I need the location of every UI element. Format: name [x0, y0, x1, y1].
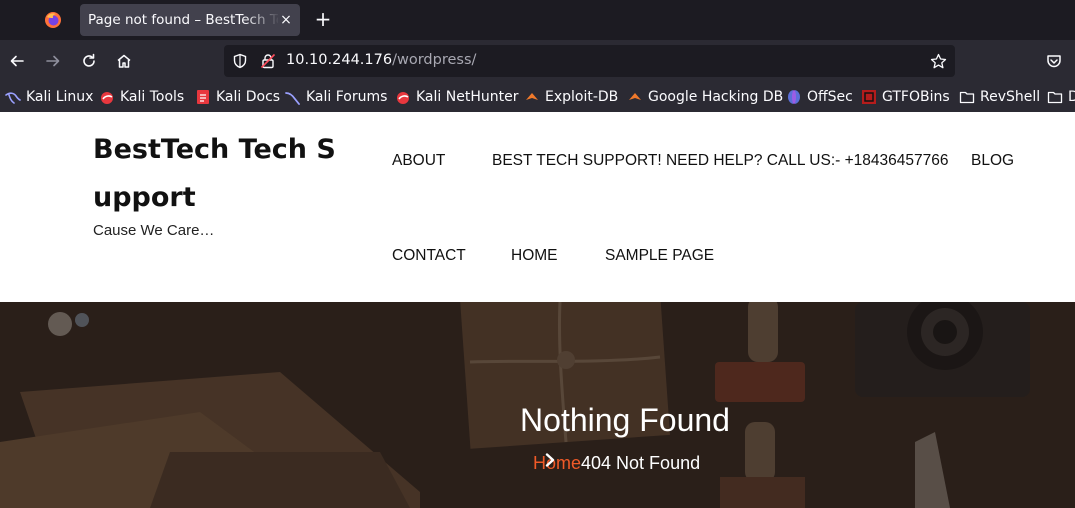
bookmark-folder-revshell[interactable]: RevShell: [959, 87, 1040, 107]
breadcrumb-home-link[interactable]: Home: [533, 453, 581, 474]
menu-item-sample-page[interactable]: SAMPLE PAGE: [605, 247, 714, 265]
menu-item-tech-support[interactable]: BEST TECH SUPPORT! NEED HELP? CALL US:- …: [492, 152, 948, 170]
back-button[interactable]: [4, 48, 30, 74]
folder-icon: [959, 91, 975, 104]
kali-dragon-icon: [5, 92, 21, 104]
menu-item-contact[interactable]: CONTACT: [392, 247, 466, 265]
site-tagline: Cause We Care…: [93, 222, 215, 239]
back-arrow-icon: [10, 55, 24, 67]
home-button[interactable]: [111, 48, 137, 74]
menu-item-home[interactable]: HOME: [511, 247, 558, 265]
reload-icon: [83, 53, 95, 67]
menu-item-about[interactable]: ABOUT: [392, 152, 445, 170]
bookmark-label: Kali Tools: [120, 89, 185, 105]
home-icon: [117, 54, 131, 68]
bookmark-label: RevShell: [980, 89, 1041, 105]
forward-arrow-icon: [46, 55, 60, 67]
kali-docs-icon: [197, 90, 209, 104]
bookmark-label: OffSec: [807, 89, 853, 105]
bookmark-label: Kali Docs: [216, 89, 281, 105]
bookmark-exploit-db[interactable]: Exploit-DB: [524, 87, 618, 107]
url-bar[interactable]: 10.10.244.176/wordpress/: [224, 45, 955, 77]
bookmark-folder-d[interactable]: D: [1047, 87, 1075, 107]
bookmark-kali-nethunter[interactable]: Kali NetHunter: [395, 87, 518, 107]
bookmark-google-hacking-db[interactable]: Google Hacking DB: [627, 87, 783, 107]
bookmark-kali-tools[interactable]: Kali Tools: [99, 87, 184, 107]
tab-title-fade: [244, 8, 280, 32]
tab-strip: Page not found – BestTech Tech Support ×…: [0, 0, 1075, 40]
bookmark-label: Kali NetHunter: [416, 89, 519, 105]
kali-nethunter-icon: [397, 92, 409, 104]
new-tab-button[interactable]: +: [312, 9, 334, 31]
breadcrumb-current: 404 Not Found: [581, 453, 701, 473]
active-tab[interactable]: Page not found – BestTech Tech Support ×: [80, 4, 300, 36]
kali-forums-icon: [285, 92, 300, 105]
navigation-toolbar: 10.10.244.176/wordpress/: [0, 40, 1075, 82]
tracking-shield-icon[interactable]: [232, 53, 248, 69]
bookmark-label: Exploit-DB: [545, 89, 619, 105]
forward-button[interactable]: [40, 48, 66, 74]
url-host: 10.10.244.176: [286, 52, 393, 68]
gtfobins-icon: [862, 90, 876, 104]
tab-close-icon[interactable]: ×: [276, 10, 296, 30]
reload-button[interactable]: [76, 48, 102, 74]
bookmark-star-icon[interactable]: [930, 53, 947, 70]
bookmark-offsec[interactable]: OffSec: [786, 87, 853, 107]
bookmark-kali-forums[interactable]: Kali Forums: [285, 87, 387, 107]
site-title[interactable]: BestTech Tech Support: [93, 126, 343, 222]
bookmarks-toolbar: Kali Linux Kali Tools Kali Docs Kali For…: [0, 82, 1075, 112]
page-heading: Nothing Found: [520, 402, 730, 438]
bookmark-kali-linux[interactable]: Kali Linux: [5, 87, 93, 107]
url-path: /wordpress/: [392, 52, 477, 68]
offsec-icon: [788, 90, 800, 104]
bookmark-label: Google Hacking DB: [648, 89, 784, 105]
bookmark-label: D: [1068, 89, 1075, 105]
pocket-icon: [1047, 55, 1061, 68]
exploit-db-icon: [526, 93, 538, 100]
folder-icon: [1047, 91, 1063, 104]
pocket-button[interactable]: [1041, 48, 1067, 74]
bookmark-gtfobins[interactable]: GTFOBins: [861, 87, 950, 107]
firefox-icon[interactable]: [44, 11, 62, 29]
bookmark-label: GTFOBins: [882, 89, 950, 105]
menu-item-blog[interactable]: BLOG: [971, 152, 1014, 170]
bookmark-kali-docs[interactable]: Kali Docs: [195, 87, 280, 107]
chevron-right-icon: [545, 453, 555, 467]
url-text[interactable]: 10.10.244.176/wordpress/: [286, 52, 476, 68]
breadcrumb: Home 404 Not Found: [533, 453, 700, 474]
page-banner: Nothing Found Home 404 Not Found: [0, 302, 1075, 508]
bookmark-label: Kali Linux: [26, 89, 94, 105]
insecure-lock-icon[interactable]: [260, 53, 276, 69]
kali-tools-icon: [101, 92, 113, 104]
web-page: BestTech Tech Support Cause We Care… ABO…: [0, 112, 1075, 508]
ghdb-icon: [629, 93, 641, 100]
bookmark-label: Kali Forums: [306, 89, 388, 105]
